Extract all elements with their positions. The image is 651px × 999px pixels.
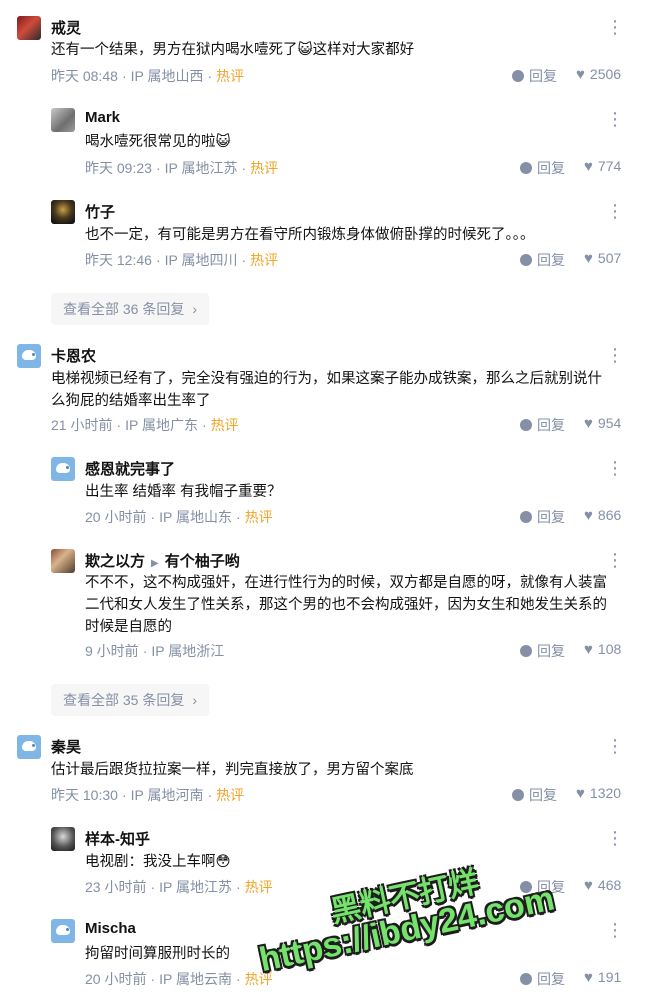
user-name[interactable]: Mark [85,109,120,126]
more-options-icon[interactable]: ⋮ [606,459,625,477]
reply-button[interactable]: 回复 [520,415,565,435]
comment-text: 出生率 结婚率 有我帽子重要？ [85,484,282,500]
user-name: 欺之以方 ▶ 有个柚子哟 [85,550,240,571]
comment-meta: 昨天 12:46 · IP 属地四川 · 热评 [85,252,279,268]
heart-icon: ♥ [576,785,585,802]
user-avatar[interactable] [17,16,41,40]
reply-icon [520,973,532,985]
heart-icon: ♥ [584,158,593,175]
reply-button[interactable]: 回复 [520,641,565,661]
heart-icon: ♥ [584,507,593,524]
reply-icon [520,645,532,657]
user-avatar[interactable] [51,827,75,851]
heart-icon: ♥ [584,415,593,432]
comment-text: 估计最后跟货拉拉案一样，判完直接放了，男方留个案底 [51,762,414,778]
heart-icon: ♥ [584,641,593,658]
comment-meta: 昨天 10:30 · IP 属地河南 · 热评 [51,787,245,803]
like-button[interactable]: ♥ 191 [584,969,621,986]
heart-icon: ♥ [576,66,585,83]
heart-icon: ♥ [584,969,593,986]
hot-badge: 热评 [216,68,245,84]
user-avatar[interactable] [51,200,75,224]
more-options-icon[interactable]: ⋮ [606,737,625,755]
more-options-icon[interactable]: ⋮ [606,202,625,220]
like-button[interactable]: ♥ 1320 [576,785,621,802]
user-avatar[interactable] [17,735,41,759]
more-options-icon[interactable]: ⋮ [606,921,625,939]
like-button[interactable]: ♥ 108 [584,641,621,658]
reply-icon [512,70,524,82]
more-options-icon[interactable]: ⋮ [606,829,625,847]
reply-icon [512,789,524,801]
comment-meta: 20 小时前 · IP 属地山东 · 热评 [85,509,273,525]
comment-meta: 21 小时前 · IP 属地广东 · 热评 [51,417,239,433]
more-options-icon[interactable]: ⋮ [606,346,625,364]
comment-meta: 昨天 08:48 · IP 属地山西 · 热评 [51,68,245,84]
user-name[interactable]: 卡恩农 [51,345,96,366]
comment-text: 也不一定，有可能是男方在看守所内锻炼身体做俯卧撑的时候死了。。。 [85,227,535,243]
comment-text: 电梯视频已经有了，完全没有强迫的行为，如果这案子能办成铁案，那么之后就别说什 么… [51,371,602,409]
like-button[interactable]: ♥ 866 [584,507,621,524]
hot-badge: 热评 [244,509,273,525]
like-button[interactable]: ♥ 468 [584,877,621,894]
like-button[interactable]: ♥ 507 [584,250,621,267]
reply-button[interactable]: 回复 [520,158,565,178]
reply-icon [520,254,532,266]
comment-text: 拘留时间算服刑时长的 [85,946,230,962]
reply-icon [520,162,532,174]
comment-text: 还有一个结果，男方在狱内喝水噎死了😺这样对大家都好 [51,42,415,58]
comment-text: 电视剧：我没上车啊😳 [85,854,231,870]
author-name[interactable]: 欺之以方 [85,553,145,570]
comment-meta: 昨天 09:23 · IP 属地江苏 · 热评 [85,160,279,176]
hot-badge: 热评 [216,787,245,803]
user-avatar[interactable] [51,919,75,943]
reply-arrow-icon: ▶ [151,558,159,569]
reply-button[interactable]: 回复 [520,250,565,270]
user-avatar[interactable] [51,549,75,573]
hot-badge: 热评 [210,417,239,433]
reply-button[interactable]: 回复 [512,785,557,805]
user-avatar[interactable] [51,108,75,132]
hot-badge: 热评 [244,879,273,895]
comment-text: 喝水噎死很常见的啦😺 [85,134,231,150]
user-name[interactable]: Mischa [85,920,136,937]
comment-text: 不不不，这不构成强奸，在进行性行为的时候，双方都是自愿的呀，就像有人装富 二代和… [85,575,607,635]
comment-meta: 9 小时前 · IP 属地浙江 [85,643,225,659]
user-name[interactable]: 竹子 [85,201,115,222]
comment-meta: 23 小时前 · IP 属地江苏 · 热评 [85,879,273,895]
more-options-icon[interactable]: ⋮ [606,551,625,569]
reply-icon [520,419,532,431]
user-name[interactable]: 戒灵 [51,17,81,38]
like-button[interactable]: ♥ 774 [584,158,621,175]
reply-to-name[interactable]: 有个柚子哟 [165,553,240,570]
comment-meta: 20 小时前 · IP 属地云南 · 热评 [85,971,273,987]
like-button[interactable]: ♥ 954 [584,415,621,432]
user-name[interactable]: 感恩就完事了 [85,458,175,479]
heart-icon: ♥ [584,250,593,267]
user-name[interactable]: 样本-知乎 [85,828,150,849]
reply-button[interactable]: 回复 [512,66,557,86]
more-options-icon[interactable]: ⋮ [606,110,625,128]
more-options-icon[interactable]: ⋮ [606,18,625,36]
hot-badge: 热评 [250,160,279,176]
user-avatar[interactable] [17,344,41,368]
like-button[interactable]: ♥ 2506 [576,66,621,83]
heart-icon: ♥ [584,877,593,894]
hot-badge: 热评 [250,252,279,268]
reply-button[interactable]: 回复 [520,969,565,989]
reply-icon [520,511,532,523]
reply-button[interactable]: 回复 [520,507,565,527]
chevron-right-icon: › [192,301,198,317]
view-all-replies-button[interactable]: 查看全部 35 条回复 › [51,684,210,716]
chevron-right-icon: › [192,692,198,708]
user-avatar[interactable] [51,457,75,481]
view-all-replies-button[interactable]: 查看全部 36 条回复 › [51,293,210,325]
user-name[interactable]: 秦昊 [51,736,81,757]
